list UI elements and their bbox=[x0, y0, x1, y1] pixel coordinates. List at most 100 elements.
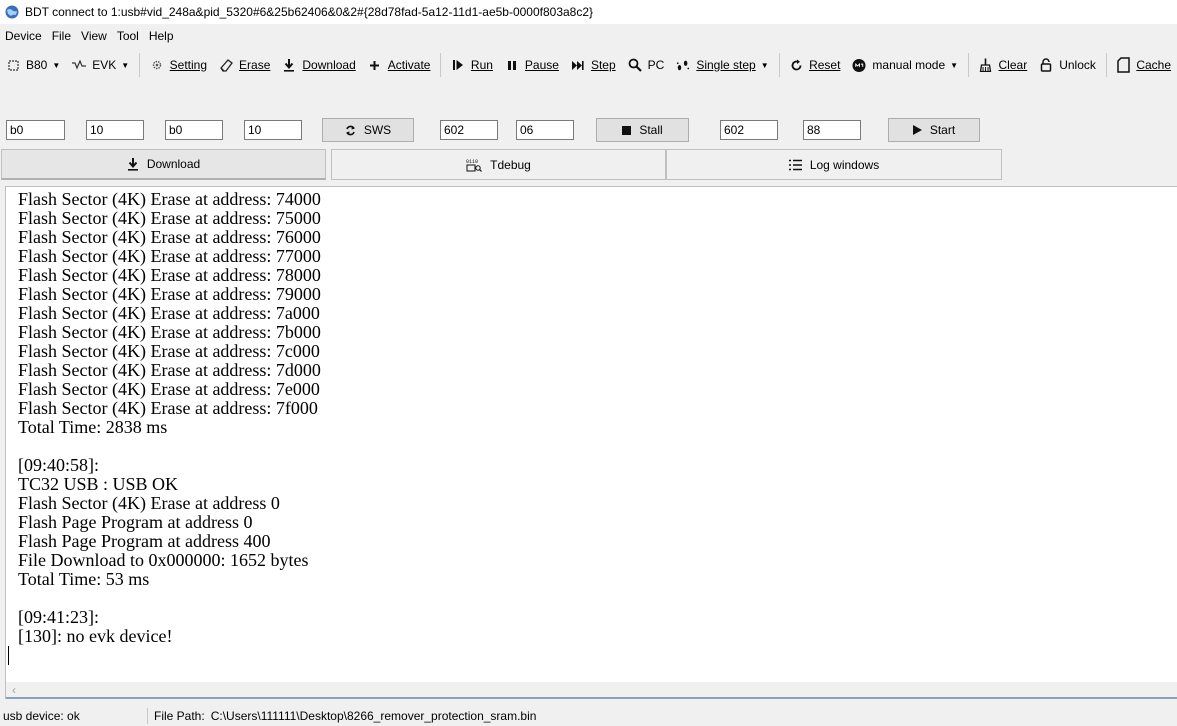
reg-value-input-1[interactable] bbox=[516, 120, 574, 140]
clear-label: Clear bbox=[998, 58, 1028, 72]
setting-button[interactable]: Setting bbox=[144, 52, 213, 78]
file-path-label: File Path: bbox=[154, 709, 205, 723]
tab-download[interactable]: Download bbox=[1, 149, 326, 180]
manual-mode-dropdown[interactable]: manual mode ▼ bbox=[846, 52, 964, 78]
log-output-pane[interactable]: Flash Sector (4K) Erase at address: 7400… bbox=[5, 186, 1177, 699]
log-line: Flash Sector (4K) Erase at address: 7400… bbox=[18, 189, 321, 209]
start-label: Start bbox=[929, 123, 956, 137]
sws-button[interactable]: SWS bbox=[322, 118, 414, 142]
chevron-down-icon: ▼ bbox=[760, 60, 769, 70]
sd-card-icon bbox=[1116, 57, 1130, 73]
sws-label: SWS bbox=[363, 123, 392, 137]
length-input-2[interactable] bbox=[244, 120, 302, 140]
reg-address-input-2[interactable] bbox=[720, 120, 778, 140]
window-title: BDT connect to 1:usb#vid_248a&pid_5320#6… bbox=[25, 5, 594, 19]
menu-help[interactable]: Help bbox=[144, 29, 179, 43]
download-label: Download bbox=[302, 58, 356, 72]
cache-button[interactable]: Cache bbox=[1110, 52, 1177, 78]
chevron-down-icon: ▼ bbox=[52, 60, 61, 70]
reg-value-input-2[interactable] bbox=[803, 120, 861, 140]
horizontal-scrollbar[interactable]: ‹ bbox=[6, 682, 1177, 699]
single-step-dropdown[interactable]: Single step ▼ bbox=[670, 52, 774, 78]
chevron-down-icon: ▼ bbox=[121, 60, 130, 70]
evk-label: EVK bbox=[92, 58, 117, 72]
tab-tdebug-label: Tdebug bbox=[490, 157, 531, 172]
menu-view[interactable]: View bbox=[76, 29, 112, 43]
file-path-value: C:\Users\111111\Desktop\8266_remover_pro… bbox=[210, 709, 537, 723]
start-button[interactable]: Start bbox=[888, 118, 980, 142]
activate-button[interactable]: Activate bbox=[362, 52, 437, 78]
gear-icon bbox=[150, 58, 164, 72]
binary-debug-icon: 0110 bbox=[466, 158, 483, 172]
evk-select-dropdown[interactable]: EVK ▼ bbox=[66, 52, 135, 78]
log-line: Flash Sector (4K) Erase at address: 7d00… bbox=[18, 360, 321, 380]
device-status: usb device: ok bbox=[0, 708, 148, 724]
clear-button[interactable]: Clear bbox=[973, 52, 1034, 78]
log-line: [130]: no evk device! bbox=[18, 626, 173, 646]
download-button[interactable]: Download bbox=[276, 52, 361, 78]
menu-tool[interactable]: Tool bbox=[112, 29, 144, 43]
unlock-button[interactable]: Unlock bbox=[1033, 52, 1102, 78]
stall-label: Stall bbox=[639, 123, 663, 137]
status-bar: usb device: ok File Path: C:\Users\11111… bbox=[0, 706, 1177, 726]
file-path-status: File Path: C:\Users\111111\Desktop\8266_… bbox=[148, 709, 536, 723]
erase-label: Erase bbox=[239, 58, 271, 72]
tab-tdebug[interactable]: 0110 Tdebug bbox=[331, 149, 666, 180]
app-globe-icon bbox=[5, 5, 19, 19]
chevron-down-icon: ▼ bbox=[950, 60, 959, 70]
log-line: Flash Sector (4K) Erase at address: 7700… bbox=[18, 246, 321, 266]
log-line: Flash Sector (4K) Erase at address: 7e00… bbox=[18, 379, 320, 399]
log-line: Flash Sector (4K) Erase at address: 7900… bbox=[18, 284, 321, 304]
title-bar: BDT connect to 1:usb#vid_248a&pid_5320#6… bbox=[0, 0, 1177, 24]
scroll-left-arrow-icon[interactable]: ‹ bbox=[12, 683, 16, 697]
download-icon bbox=[127, 157, 139, 171]
tab-log-windows[interactable]: Log windows bbox=[666, 149, 1002, 180]
tab-bar: Download 0110 Tdebug Log windows bbox=[0, 149, 1177, 180]
log-line: Flash Sector (4K) Erase at address: 7b00… bbox=[18, 322, 321, 342]
pc-label: PC bbox=[647, 58, 665, 72]
setting-label: Setting bbox=[169, 58, 208, 72]
step-label: Step bbox=[590, 58, 616, 72]
run-button[interactable]: Run bbox=[445, 52, 499, 78]
toolbar: B80 ▼ EVK ▼ Setting Erase Download Activ… bbox=[0, 50, 1177, 80]
length-input-1[interactable] bbox=[86, 120, 144, 140]
log-line: [09:41:23]: bbox=[18, 607, 99, 627]
log-line: TC32 USB : USB OK bbox=[18, 474, 179, 494]
log-line: Flash Sector (4K) Erase at address: 7c00… bbox=[18, 341, 320, 361]
reset-label: Reset bbox=[809, 58, 841, 72]
activate-label: Activate bbox=[387, 58, 431, 72]
parameter-row: SWS Stall Start bbox=[0, 117, 1177, 143]
footsteps-icon bbox=[676, 58, 690, 72]
unlock-label: Unlock bbox=[1059, 58, 1096, 72]
step-button[interactable]: Step bbox=[565, 52, 622, 78]
stall-button[interactable]: Stall bbox=[596, 118, 689, 142]
pause-icon bbox=[505, 58, 519, 72]
erase-button[interactable]: Erase bbox=[213, 52, 276, 78]
log-line: Flash Sector (4K) Erase at address: 7f00… bbox=[18, 398, 318, 418]
unlock-icon bbox=[1039, 58, 1053, 72]
menu-file[interactable]: File bbox=[47, 29, 76, 43]
log-line: Flash Sector (4K) Erase at address: 7500… bbox=[18, 208, 321, 228]
chip-select-dropdown[interactable]: B80 ▼ bbox=[0, 52, 66, 78]
log-line: Flash Sector (4K) Erase at address 0 bbox=[18, 493, 280, 513]
play-icon bbox=[912, 125, 922, 135]
reg-address-input-1[interactable] bbox=[440, 120, 498, 140]
address-input-1[interactable] bbox=[6, 120, 65, 140]
cache-label: Cache bbox=[1136, 58, 1172, 72]
pause-button[interactable]: Pause bbox=[499, 52, 565, 78]
chip-label: B80 bbox=[26, 58, 48, 72]
log-line: Flash Sector (4K) Erase at address: 7800… bbox=[18, 265, 321, 285]
download-icon bbox=[282, 58, 296, 72]
menu-device[interactable]: Device bbox=[0, 29, 47, 43]
reset-button[interactable]: Reset bbox=[783, 52, 846, 78]
run-icon bbox=[451, 58, 465, 72]
log-line: Flash Page Program at address 400 bbox=[18, 531, 271, 551]
chip-icon bbox=[6, 58, 20, 72]
pc-button[interactable]: PC bbox=[622, 52, 671, 78]
list-icon bbox=[788, 159, 802, 171]
address-input-2[interactable] bbox=[165, 120, 223, 140]
stop-icon bbox=[622, 125, 632, 135]
pause-label: Pause bbox=[524, 58, 559, 72]
